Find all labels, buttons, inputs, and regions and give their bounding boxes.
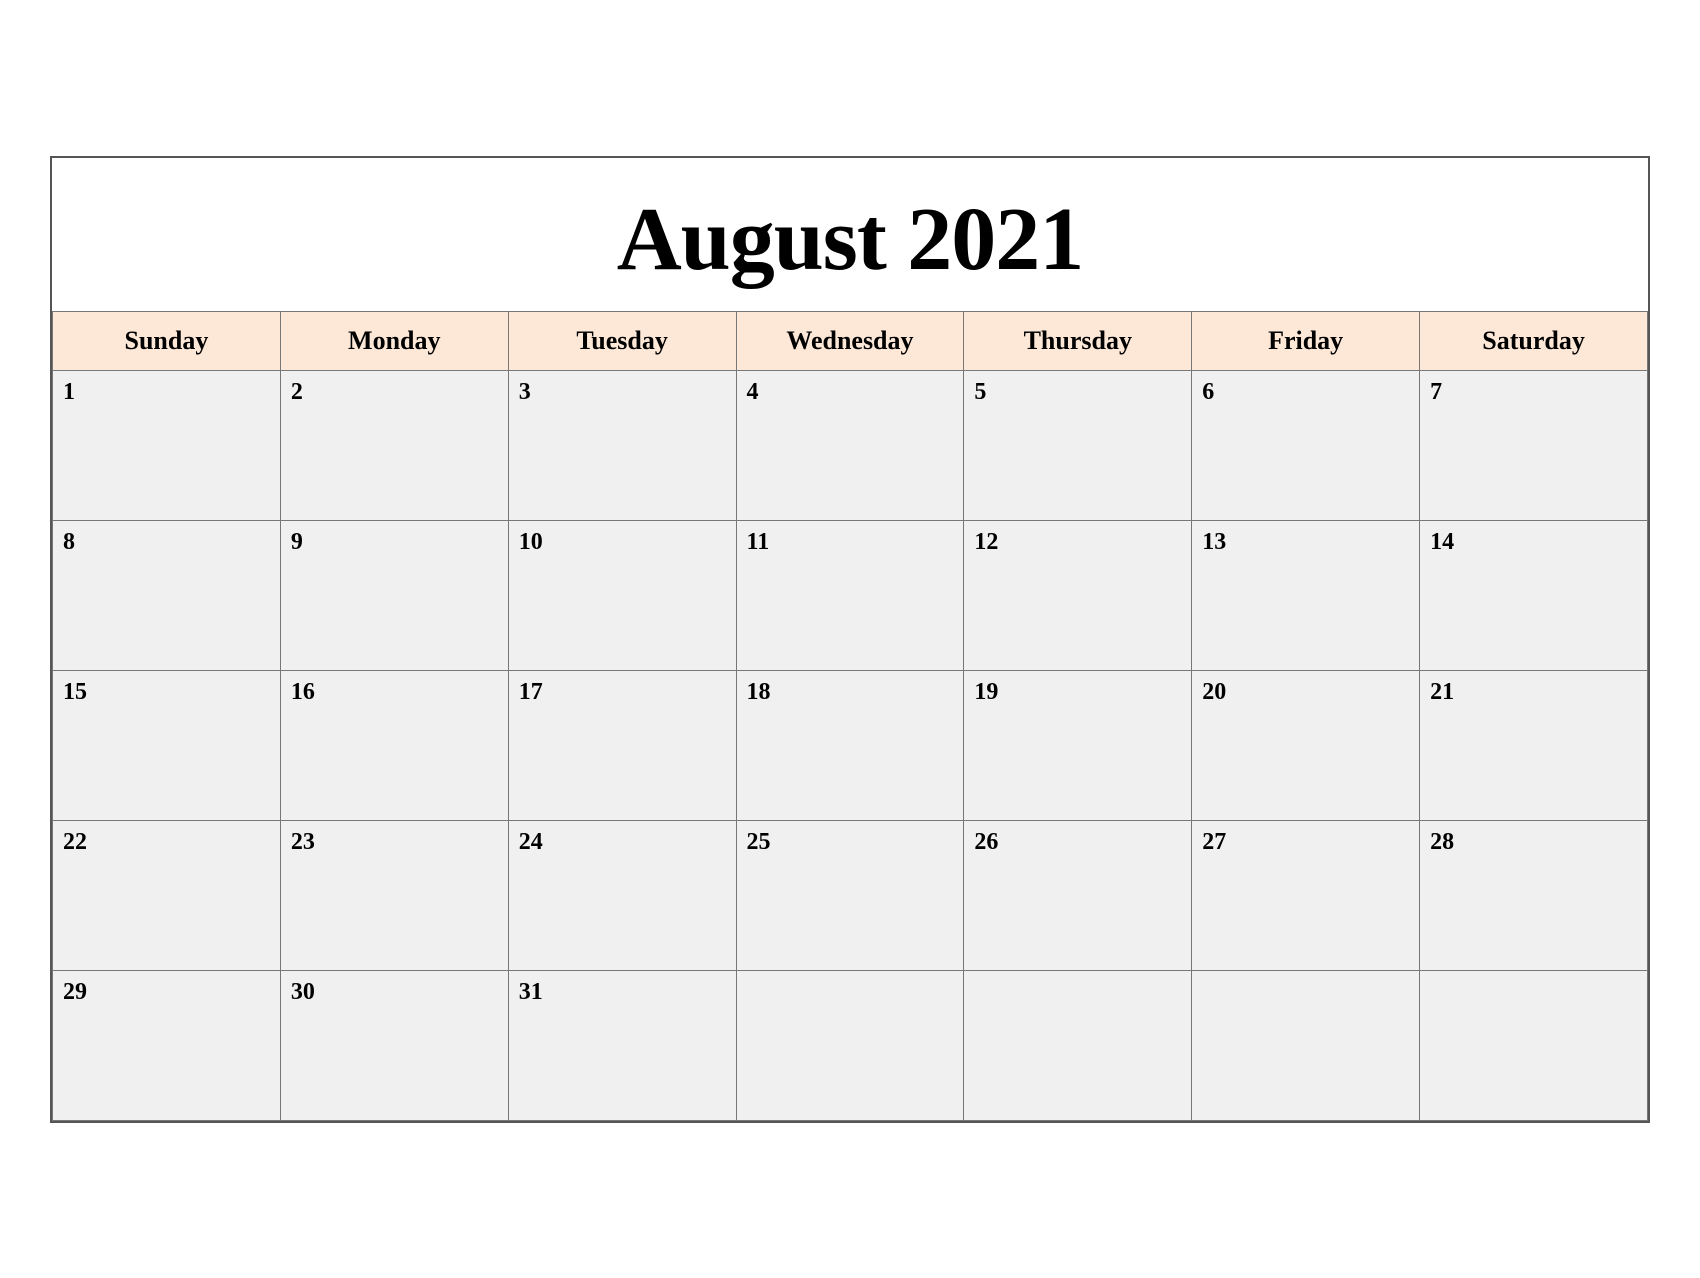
day-cell [1192, 970, 1420, 1120]
day-number: 23 [291, 829, 315, 855]
day-cell: 9 [280, 520, 508, 670]
day-number: 22 [63, 829, 87, 855]
day-cell [964, 970, 1192, 1120]
header-wednesday: Wednesday [736, 311, 964, 370]
day-cell: 1 [53, 370, 281, 520]
day-cell: 22 [53, 820, 281, 970]
day-cell: 28 [1420, 820, 1648, 970]
day-number: 25 [747, 829, 771, 855]
header-friday: Friday [1192, 311, 1420, 370]
day-number: 1 [63, 379, 75, 405]
day-number: 5 [974, 379, 986, 405]
day-cell: 7 [1420, 370, 1648, 520]
day-cell: 29 [53, 970, 281, 1120]
day-cell: 3 [508, 370, 736, 520]
day-cell: 25 [736, 820, 964, 970]
day-cell: 8 [53, 520, 281, 670]
day-cell: 20 [1192, 670, 1420, 820]
day-cell: 24 [508, 820, 736, 970]
day-number: 19 [974, 679, 998, 705]
day-number: 7 [1430, 379, 1442, 405]
day-number: 20 [1202, 679, 1226, 705]
day-number: 24 [519, 829, 543, 855]
week-row-4: 22 23 24 25 26 27 28 [53, 820, 1648, 970]
day-number: 26 [974, 829, 998, 855]
day-cell: 23 [280, 820, 508, 970]
header-monday: Monday [280, 311, 508, 370]
day-number: 21 [1430, 679, 1454, 705]
week-row-5: 29 30 31 [53, 970, 1648, 1120]
day-number: 3 [519, 379, 531, 405]
day-number: 16 [291, 679, 315, 705]
day-cell: 16 [280, 670, 508, 820]
day-number: 8 [63, 529, 75, 555]
day-number: 31 [519, 979, 543, 1005]
day-number: 13 [1202, 529, 1226, 555]
day-cell: 6 [1192, 370, 1420, 520]
week-row-2: 8 9 10 11 12 13 14 [53, 520, 1648, 670]
day-number: 6 [1202, 379, 1214, 405]
day-cell: 15 [53, 670, 281, 820]
day-cell: 14 [1420, 520, 1648, 670]
day-cell: 30 [280, 970, 508, 1120]
day-number: 12 [974, 529, 998, 555]
day-cell: 18 [736, 670, 964, 820]
calendar-container: August 2021 Sunday Monday Tuesday Wednes… [50, 156, 1650, 1123]
day-cell: 27 [1192, 820, 1420, 970]
day-cell: 12 [964, 520, 1192, 670]
day-number: 14 [1430, 529, 1454, 555]
day-number: 28 [1430, 829, 1454, 855]
day-cell: 21 [1420, 670, 1648, 820]
day-cell: 5 [964, 370, 1192, 520]
day-cell: 31 [508, 970, 736, 1120]
week-row-3: 15 16 17 18 19 20 21 [53, 670, 1648, 820]
day-cell: 26 [964, 820, 1192, 970]
day-number: 17 [519, 679, 543, 705]
day-number: 30 [291, 979, 315, 1005]
header-thursday: Thursday [964, 311, 1192, 370]
day-number: 27 [1202, 829, 1226, 855]
header-tuesday: Tuesday [508, 311, 736, 370]
day-number: 2 [291, 379, 303, 405]
day-number: 10 [519, 529, 543, 555]
day-cell: 11 [736, 520, 964, 670]
day-number: 9 [291, 529, 303, 555]
day-cell [1420, 970, 1648, 1120]
day-cell: 2 [280, 370, 508, 520]
day-number: 15 [63, 679, 87, 705]
week-row-1: 1 2 3 4 5 6 7 [53, 370, 1648, 520]
day-cell [736, 970, 964, 1120]
day-cell: 19 [964, 670, 1192, 820]
day-number: 18 [747, 679, 771, 705]
header-row: Sunday Monday Tuesday Wednesday Thursday… [53, 311, 1648, 370]
day-cell: 10 [508, 520, 736, 670]
day-cell: 17 [508, 670, 736, 820]
day-cell: 13 [1192, 520, 1420, 670]
calendar-title: August 2021 [52, 158, 1648, 311]
day-number: 4 [747, 379, 759, 405]
day-number: 29 [63, 979, 87, 1005]
day-cell: 4 [736, 370, 964, 520]
calendar-grid: Sunday Monday Tuesday Wednesday Thursday… [52, 311, 1648, 1121]
header-sunday: Sunday [53, 311, 281, 370]
header-saturday: Saturday [1420, 311, 1648, 370]
day-number: 11 [747, 529, 770, 555]
